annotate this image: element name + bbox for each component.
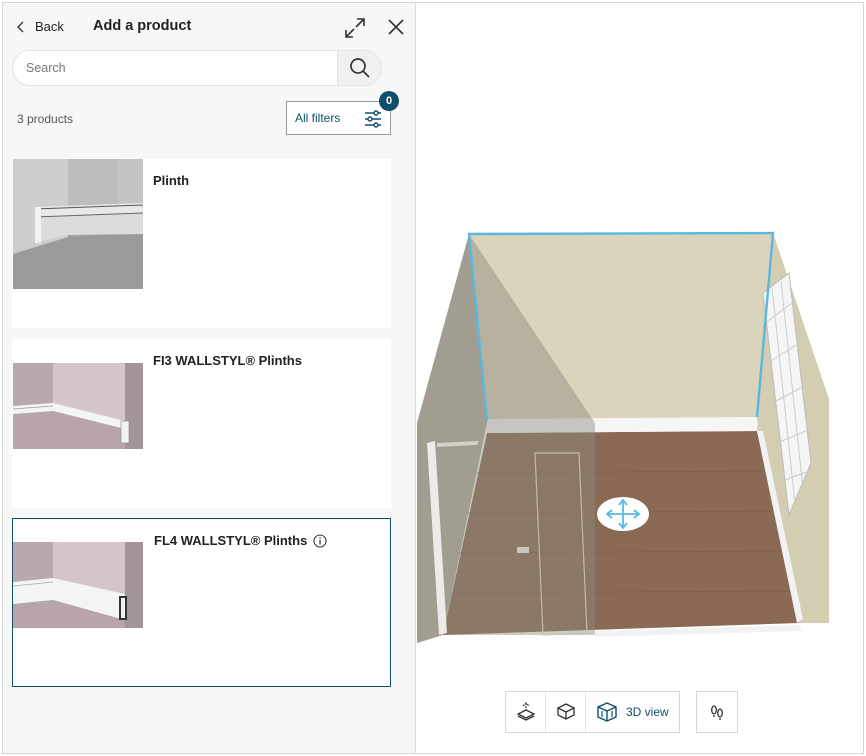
- search-input[interactable]: [13, 51, 337, 85]
- cube-3d-icon: [597, 702, 617, 722]
- floor-plan-icon: [516, 702, 535, 721]
- box-view-icon: [556, 703, 575, 720]
- all-filters-button[interactable]: All filters: [286, 101, 391, 135]
- box-view-button[interactable]: [546, 692, 586, 732]
- view-toolbar: 3D view: [505, 691, 738, 733]
- footsteps-icon: [710, 705, 723, 720]
- page-title: Add a product: [93, 18, 192, 34]
- filters-label: All filters: [295, 111, 341, 125]
- product-card[interactable]: Plinth: [12, 159, 391, 328]
- product-name: Plinth: [153, 173, 190, 188]
- product-panel: Back Add a product 3 products All filter…: [3, 3, 416, 753]
- back-button[interactable]: Back: [15, 19, 64, 34]
- product-name: FI3 WALLSTYL® Plinths: [153, 353, 302, 368]
- search-bar: [12, 50, 382, 86]
- 3d-view-label: 3D view: [626, 705, 669, 719]
- info-icon[interactable]: [313, 533, 327, 548]
- sliders-icon: [365, 110, 381, 128]
- search-button[interactable]: [337, 51, 381, 85]
- room-3d-canvas[interactable]: [417, 3, 863, 683]
- results-count: 3 products: [17, 112, 74, 126]
- 3d-room-viewer[interactable]: 3D view: [417, 3, 863, 753]
- expand-icon[interactable]: [343, 16, 367, 40]
- chevron-left-icon: [17, 21, 24, 32]
- move-arrows-icon[interactable]: [597, 497, 649, 531]
- search-icon: [349, 58, 370, 78]
- filters-count-badge: 0: [379, 91, 399, 111]
- product-thumbnail: [13, 159, 143, 289]
- floor-plan-view-button[interactable]: [506, 692, 546, 732]
- product-name: FL4 WALLSTYL® Plinths: [154, 533, 327, 548]
- back-label: Back: [35, 19, 64, 34]
- view-mode-group: 3D view: [505, 691, 680, 733]
- close-icon[interactable]: [385, 16, 407, 38]
- walk-mode-button[interactable]: [695, 691, 738, 733]
- product-thumbnail: [13, 363, 143, 449]
- 3d-view-button[interactable]: 3D view: [586, 692, 679, 732]
- product-thumbnail: [13, 542, 143, 628]
- product-card[interactable]: FI3 WALLSTYL® Plinths: [12, 339, 391, 508]
- product-card-selected[interactable]: FL4 WALLSTYL® Plinths: [12, 518, 391, 687]
- panel-header: Back Add a product: [3, 3, 416, 49]
